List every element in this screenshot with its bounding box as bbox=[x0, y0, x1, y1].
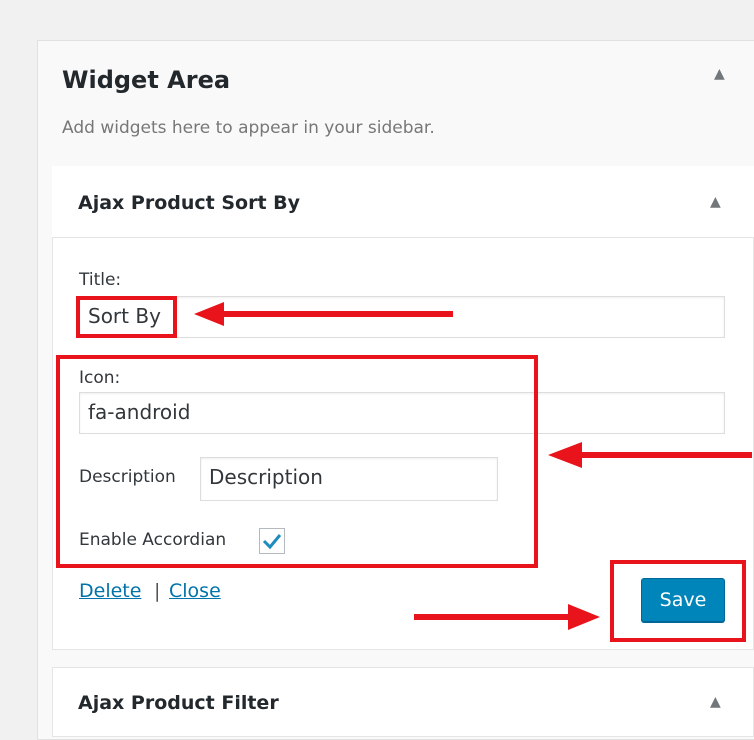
arrow-right-icon-save bbox=[414, 604, 600, 630]
arrow-left-icon-options bbox=[548, 442, 752, 468]
annotation-arrows bbox=[194, 302, 752, 630]
arrow-left-icon-title bbox=[194, 302, 453, 326]
